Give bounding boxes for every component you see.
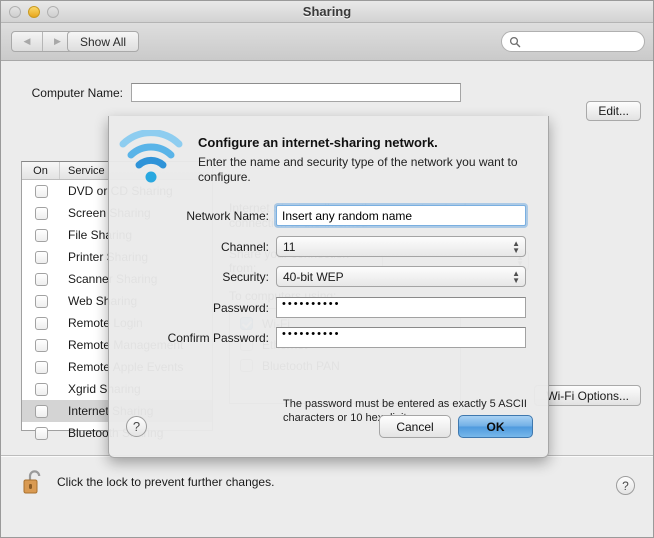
computer-name-row: Computer Name: — [1, 83, 653, 102]
service-checkbox[interactable] — [22, 316, 60, 330]
checkbox-icon[interactable] — [34, 338, 48, 352]
service-checkbox[interactable] — [22, 360, 60, 374]
toolbar: ◀ ▶ Show All — [1, 23, 653, 61]
service-checkbox[interactable] — [22, 228, 60, 242]
service-checkbox[interactable] — [22, 294, 60, 308]
checkbox-icon[interactable] — [34, 294, 48, 308]
preference-pane-content: Computer Name: Edit... On Service DVD or… — [1, 61, 653, 537]
title-bar: Sharing — [1, 1, 653, 23]
checkbox-icon[interactable] — [34, 404, 48, 418]
window-title: Sharing — [302, 4, 352, 19]
network-name-label: Network Name: — [186, 208, 269, 223]
service-checkbox[interactable] — [22, 404, 60, 418]
lock-message: Click the lock to prevent further change… — [57, 475, 275, 489]
checkbox-icon[interactable] — [34, 228, 48, 242]
security-row: Security: 40-bit WEP ▲ ▼ — [109, 266, 548, 287]
checkbox-icon[interactable] — [34, 250, 48, 264]
cancel-button[interactable]: Cancel — [379, 415, 451, 438]
service-checkbox[interactable] — [22, 338, 60, 352]
password-value: •••••••••• — [282, 298, 341, 310]
network-name-row: Network Name: — [109, 205, 548, 226]
channel-row: Channel: 11 ▲ ▼ — [109, 236, 548, 257]
search-field[interactable] — [501, 31, 645, 52]
channel-value: 11 — [283, 239, 296, 254]
channel-label: Channel: — [220, 239, 269, 254]
confirm-password-label: Confirm Password: — [167, 330, 269, 345]
confirm-password-value: •••••••••• — [282, 328, 341, 340]
security-label: Security: — [222, 269, 269, 284]
stepper-arrows-icon: ▲▼ — [512, 269, 520, 285]
sheet-subtitle: Enter the name and security type of the … — [198, 155, 518, 184]
back-button[interactable]: ◀ — [12, 32, 42, 51]
wifi-icon — [119, 130, 183, 183]
checkbox-icon[interactable] — [34, 206, 48, 220]
security-popup[interactable]: 40-bit WEP ▲ ▼ — [276, 266, 526, 287]
checkbox-icon[interactable] — [34, 184, 48, 198]
confirm-password-row: Confirm Password: •••••••••• — [109, 327, 548, 348]
network-name-input[interactable] — [276, 205, 526, 226]
edit-button[interactable]: Edit... — [586, 101, 641, 121]
password-input[interactable]: •••••••••• — [276, 297, 526, 318]
checkbox-icon[interactable] — [34, 360, 48, 374]
checkbox-icon[interactable] — [34, 272, 48, 286]
ok-button[interactable]: OK — [458, 415, 533, 438]
sheet-title: Configure an internet-sharing network. — [198, 135, 438, 150]
password-row: Password: •••••••••• — [109, 297, 548, 318]
service-checkbox[interactable] — [22, 382, 60, 396]
confirm-password-input[interactable]: •••••••••• — [276, 327, 526, 348]
checkbox-icon[interactable] — [34, 316, 48, 330]
computer-name-input[interactable] — [131, 83, 461, 102]
sheet-help-button[interactable]: ? — [126, 416, 147, 437]
channel-popup[interactable]: 11 ▲ ▼ — [276, 236, 526, 257]
stepper-arrows-icon: ▲▼ — [512, 239, 520, 255]
help-button[interactable]: ? — [616, 476, 635, 495]
search-icon — [509, 36, 521, 47]
computer-name-label: Computer Name: — [31, 86, 123, 100]
lock-area[interactable]: Click the lock to prevent further change… — [23, 469, 274, 495]
column-header-on: On — [22, 162, 60, 179]
show-all-button[interactable]: Show All — [67, 31, 140, 52]
checkbox-icon[interactable] — [34, 426, 48, 440]
sharing-preferences-window: Sharing ◀ ▶ Show All Computer Name: Edit… — [0, 0, 654, 538]
checkbox-icon[interactable] — [34, 382, 48, 396]
navigation-buttons: ◀ ▶ — [11, 31, 73, 52]
service-checkbox[interactable] — [22, 184, 60, 198]
configure-network-sheet: Configure an internet-sharing network. E… — [108, 116, 549, 458]
service-checkbox[interactable] — [22, 250, 60, 264]
service-checkbox[interactable] — [22, 272, 60, 286]
service-checkbox[interactable] — [22, 426, 60, 440]
unlocked-padlock-icon[interactable] — [23, 469, 45, 495]
service-checkbox[interactable] — [22, 206, 60, 220]
search-input[interactable] — [525, 35, 635, 48]
security-value: 40-bit WEP — [283, 269, 344, 284]
wifi-options-button[interactable]: Wi-Fi Options... — [534, 385, 641, 406]
password-label: Password: — [212, 300, 269, 315]
